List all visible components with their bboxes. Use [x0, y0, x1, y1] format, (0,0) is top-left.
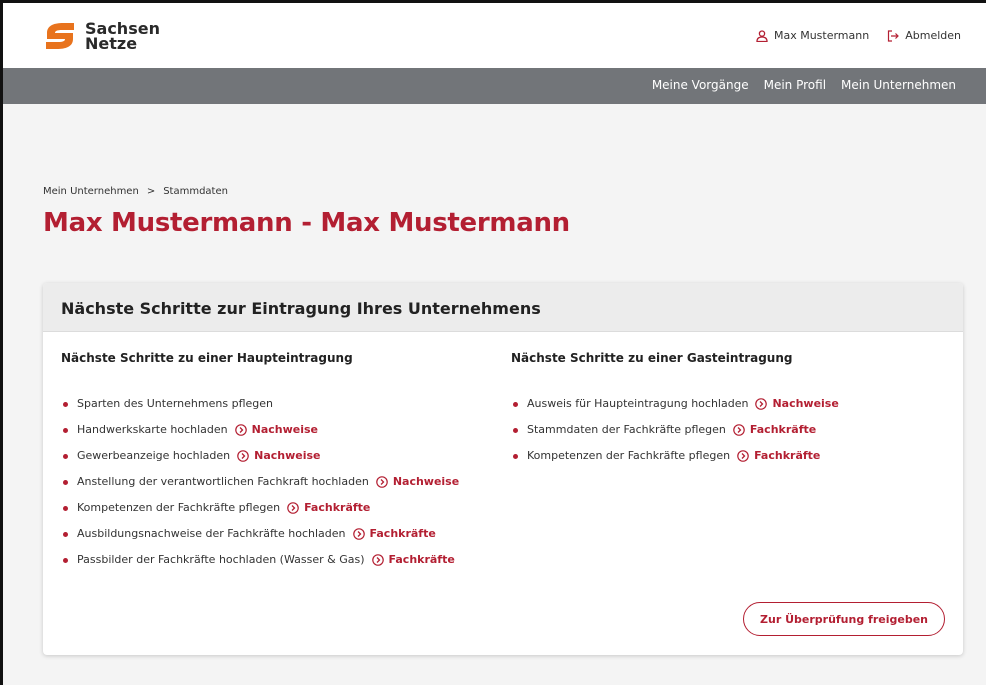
breadcrumb: Mein Unternehmen > Stammdaten — [43, 186, 228, 197]
step-link-fachkraefte[interactable]: Fachkräfte — [733, 423, 816, 436]
user-icon — [756, 29, 768, 42]
gasteintragung-heading: Nächste Schritte zu einer Gasteintragung — [511, 351, 793, 365]
step-link-label: Nachweise — [251, 423, 319, 436]
chevron-circle-right-icon — [376, 475, 388, 488]
step-link-fachkraefte[interactable]: Fachkräfte — [371, 553, 455, 566]
bullet-icon — [63, 454, 68, 459]
step-link-label: Fachkräfte — [749, 423, 817, 436]
haupteintragung-list: Sparten des Unternehmens pflegen Handwerk… — [61, 397, 459, 579]
step-item: Ausbildungsnachweise der Fachkräfte hoch… — [61, 527, 459, 553]
nav-mein-unternehmen[interactable]: Mein Unternehmen — [841, 78, 956, 92]
site-header: Sachsen Netze Max Mustermann Abmelden — [3, 3, 986, 68]
chevron-circle-right-icon — [733, 423, 745, 436]
next-steps-card: Nächste Schritte zur Eintragung Ihres Un… — [43, 283, 963, 655]
submit-review-button[interactable]: Zur Überprüfung freigeben — [743, 602, 945, 636]
card-title: Nächste Schritte zur Eintragung Ihres Un… — [61, 299, 541, 318]
logout-button[interactable]: Abmelden — [887, 29, 961, 42]
page-title: Max Mustermann - Max Mustermann — [43, 208, 570, 238]
step-link-fachkraefte[interactable]: Fachkräfte — [737, 449, 820, 462]
step-link-label: Nachweise — [772, 397, 839, 410]
breadcrumb-current: Stammdaten — [163, 186, 228, 197]
step-item: Ausweis für Haupteintragung hochladen Nac… — [511, 397, 839, 423]
step-link-fachkraefte[interactable]: Fachkräfte — [352, 527, 436, 540]
bullet-icon — [63, 558, 68, 563]
nav-meine-vorgaenge[interactable]: Meine Vorgänge — [652, 78, 749, 92]
step-link-label: Nachweise — [254, 449, 321, 462]
haupteintragung-column: Nächste Schritte zu einer Haupteintragun… — [61, 351, 459, 579]
bullet-icon — [63, 506, 68, 511]
step-text: Ausbildungsnachweise der Fachkräfte hoch… — [77, 527, 346, 540]
step-text: Stammdaten der Fachkräfte pflegen — [527, 423, 726, 436]
logout-icon — [888, 29, 900, 42]
bullet-icon — [63, 532, 68, 537]
step-text: Handwerkskarte hochladen — [77, 423, 228, 436]
step-text: Gewerbeanzeige hochladen — [77, 449, 231, 462]
step-link-label: Nachweise — [392, 475, 460, 488]
nav-mein-profil[interactable]: Mein Profil — [764, 78, 826, 92]
step-text: Passbilder der Fachkräfte hochladen (Was… — [77, 553, 365, 566]
user-name: Max Mustermann — [773, 29, 870, 42]
logout-label: Abmelden — [905, 29, 961, 42]
bullet-icon — [63, 428, 68, 433]
step-text: Kompetenzen der Fachkräfte pflegen — [527, 449, 731, 462]
nav-links: Meine Vorgänge Mein Profil Mein Unterneh… — [637, 78, 956, 92]
main-navbar: Meine Vorgänge Mein Profil Mein Unterneh… — [3, 68, 986, 104]
step-text: Sparten des Unternehmens pflegen — [77, 397, 273, 410]
user-profile-link[interactable]: Max Mustermann — [756, 29, 869, 42]
chevron-circle-right-icon — [755, 397, 768, 410]
step-item: Passbilder der Fachkräfte hochladen (Was… — [61, 553, 459, 579]
chevron-circle-right-icon — [737, 449, 749, 462]
step-link-label: Fachkräfte — [754, 449, 821, 462]
bullet-icon — [513, 402, 518, 407]
step-item: Gewerbeanzeige hochladen Nachweise — [61, 449, 459, 475]
bullet-icon — [63, 480, 68, 485]
step-link-fachkraefte[interactable]: Fachkräfte — [287, 501, 370, 514]
sachsen-netze-logo-icon — [46, 23, 74, 49]
brand-name: Sachsen Netze — [85, 21, 160, 53]
step-item: Kompetenzen der Fachkräfte pflegen Fachkr… — [511, 449, 839, 475]
brand-logo[interactable]: Sachsen Netze — [43, 21, 160, 53]
step-item: Sparten des Unternehmens pflegen — [61, 397, 459, 423]
step-link-label: Fachkräfte — [388, 553, 455, 566]
step-link-label: Fachkräfte — [369, 527, 436, 540]
chevron-circle-right-icon — [371, 553, 384, 566]
step-text: Ausweis für Haupteintragung hochladen — [527, 397, 749, 410]
chevron-circle-right-icon — [234, 423, 247, 436]
breadcrumb-separator: > — [146, 186, 156, 197]
brand-line2: Netze — [85, 34, 138, 53]
step-text: Anstellung der verantwortlichen Fachkraf… — [77, 475, 369, 488]
step-link-nachweise[interactable]: Nachweise — [237, 449, 321, 462]
step-link-label: Fachkräfte — [304, 501, 371, 514]
bullet-icon — [63, 402, 68, 407]
step-item: Stammdaten der Fachkräfte pflegen Fachkrä… — [511, 423, 839, 449]
step-item: Anstellung der verantwortlichen Fachkraf… — [61, 475, 459, 501]
chevron-circle-right-icon — [237, 449, 249, 462]
bullet-icon — [513, 454, 518, 459]
step-link-nachweise[interactable]: Nachweise — [376, 475, 459, 488]
user-area: Max Mustermann Abmelden — [756, 29, 961, 42]
bullet-icon — [513, 428, 518, 433]
haupteintragung-heading: Nächste Schritte zu einer Haupteintragun… — [61, 351, 353, 365]
gasteintragung-list: Ausweis für Haupteintragung hochladen Nac… — [511, 397, 839, 475]
step-link-nachweise[interactable]: Nachweise — [234, 423, 319, 436]
chevron-circle-right-icon — [352, 527, 365, 540]
step-text: Kompetenzen der Fachkräfte pflegen — [77, 501, 281, 514]
breadcrumb-parent[interactable]: Mein Unternehmen — [43, 186, 139, 197]
step-item: Kompetenzen der Fachkräfte pflegen Fachkr… — [61, 501, 459, 527]
gasteintragung-column: Nächste Schritte zu einer Gasteintragung… — [511, 351, 839, 475]
step-link-nachweise[interactable]: Nachweise — [755, 397, 839, 410]
chevron-circle-right-icon — [287, 501, 299, 514]
step-item: Handwerkskarte hochladen Nachweise — [61, 423, 459, 449]
card-header: Nächste Schritte zur Eintragung Ihres Un… — [43, 283, 963, 332]
